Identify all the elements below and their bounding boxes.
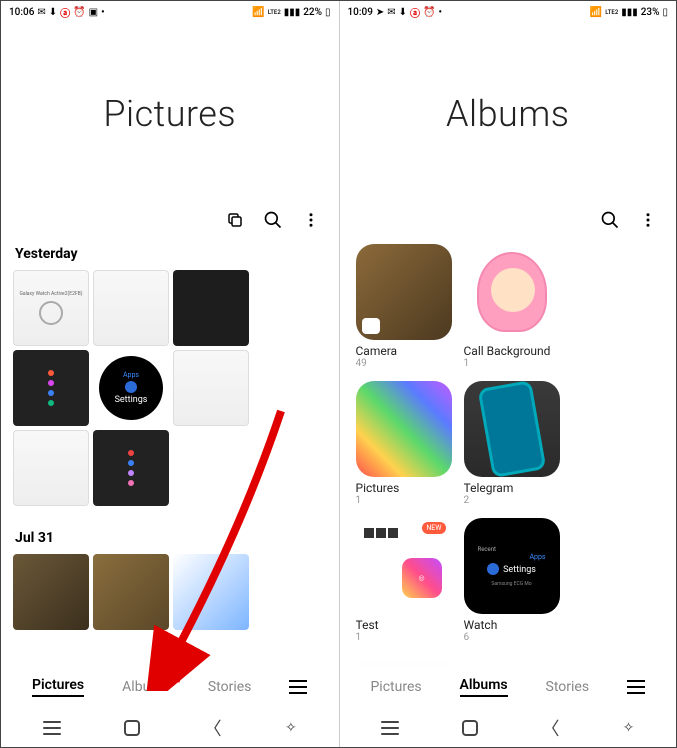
- dot-icon: •: [101, 7, 105, 18]
- albums-content: Camera 49 Call Background 1 Pictures 1 T…: [340, 240, 677, 667]
- thumbnail[interactable]: [93, 554, 169, 630]
- album-extra[interactable]: [356, 655, 452, 667]
- jul31-grid: [9, 554, 331, 630]
- download-icon: ⬇: [399, 7, 407, 18]
- pictures-content: Yesterday Galaxy Watch Active2(E2FB): [1, 240, 339, 667]
- status-bar: 10:09 ➤ ✉ ⬇ ⓐ ⏰ • 📶 LTE2 ▮▮▮ 23% ▯: [340, 1, 677, 24]
- tab-stories[interactable]: Stories: [546, 679, 590, 695]
- app-icon: ▣: [89, 7, 98, 18]
- menu-icon[interactable]: [627, 680, 645, 694]
- nav-accessibility[interactable]: ✧: [623, 720, 635, 736]
- toolbar: [340, 204, 677, 240]
- telegram-icon: ➤: [376, 7, 384, 18]
- download-icon: ⬇: [49, 7, 57, 18]
- nav-recent[interactable]: [43, 721, 61, 735]
- nav-accessibility[interactable]: ✧: [285, 720, 297, 736]
- alarm-icon: ⏰: [423, 7, 435, 18]
- new-badge: NEW: [422, 522, 445, 534]
- thumbnail[interactable]: [13, 554, 89, 630]
- signal-icon: ▮▮▮: [621, 7, 638, 18]
- header: Albums: [340, 24, 677, 204]
- status-left: 10:09 ➤ ✉ ⬇ ⓐ ⏰ •: [348, 5, 443, 20]
- thumbnail[interactable]: Apps Settings: [93, 350, 169, 426]
- battery-icon: ▯: [325, 7, 331, 18]
- screen-pictures: 10:06 ✉ ⬇ ⓐ ⏰ ▣ • 📶 LTE2 ▮▮▮ 22% ▯ Pictu…: [1, 1, 339, 747]
- battery-label: 23%: [641, 7, 660, 18]
- lte-label: LTE2: [605, 9, 618, 16]
- tab-albums[interactable]: Albums: [122, 679, 170, 695]
- status-time: 10:09: [348, 7, 373, 18]
- section-yesterday: Yesterday: [9, 240, 331, 270]
- select-icon[interactable]: [225, 210, 245, 230]
- tab-stories[interactable]: Stories: [208, 679, 252, 695]
- album-telegram[interactable]: Telegram 2: [464, 381, 560, 506]
- nav-back[interactable]: 〈: [204, 715, 222, 741]
- album-thumb: [356, 655, 452, 667]
- section-jul31: Jul 31: [9, 524, 331, 554]
- more-icon[interactable]: [638, 210, 658, 230]
- toolbar: [1, 204, 339, 240]
- navigation-bar: 〈 ✧: [1, 705, 339, 747]
- thumbnail[interactable]: [173, 554, 249, 630]
- header: Pictures: [1, 24, 339, 204]
- album-watch[interactable]: Recent Apps Settings Samsung ECG Mo Watc…: [464, 518, 560, 643]
- bottom-tabs: Pictures Albums Stories: [340, 667, 677, 705]
- thumbnail[interactable]: Galaxy Watch Active2(E2FB): [13, 270, 89, 346]
- menu-icon[interactable]: [289, 680, 307, 694]
- battery-icon: ▯: [662, 7, 668, 18]
- instagram-icon: ◎: [402, 558, 442, 598]
- status-bar: 10:06 ✉ ⬇ ⓐ ⏰ ▣ • 📶 LTE2 ▮▮▮ 22% ▯: [1, 1, 339, 24]
- album-thumb: [356, 381, 452, 477]
- screen-albums: 10:09 ➤ ✉ ⬇ ⓐ ⏰ • 📶 LTE2 ▮▮▮ 23% ▯ Album…: [339, 1, 677, 747]
- status-right: 📶 LTE2 ▮▮▮ 23% ▯: [590, 7, 668, 18]
- thumbnail[interactable]: [93, 270, 169, 346]
- messages-icon: ✉: [37, 7, 45, 18]
- search-icon[interactable]: [263, 210, 283, 230]
- airtel-icon: ⓐ: [60, 5, 70, 20]
- album-camera[interactable]: Camera 49: [356, 244, 452, 369]
- lte-label: LTE2: [268, 9, 281, 16]
- nav-back[interactable]: 〈: [541, 715, 559, 741]
- search-icon[interactable]: [600, 210, 620, 230]
- wifi-icon: 📶: [252, 7, 264, 18]
- album-thumb: Recent Apps Settings Samsung ECG Mo: [464, 518, 560, 614]
- album-call-background[interactable]: Call Background 1: [464, 244, 560, 369]
- status-left: 10:06 ✉ ⬇ ⓐ ⏰ ▣ •: [9, 5, 105, 20]
- tab-albums[interactable]: Albums: [460, 677, 508, 697]
- album-thumb: [464, 244, 560, 340]
- page-title: Albums: [446, 93, 570, 135]
- page-title: Pictures: [103, 93, 236, 135]
- bottom-tabs: Pictures Albums Stories: [1, 667, 339, 705]
- nav-home[interactable]: [124, 720, 140, 736]
- album-pictures[interactable]: Pictures 1: [356, 381, 452, 506]
- thumbnail[interactable]: [93, 430, 169, 506]
- thumbnail[interactable]: [13, 350, 89, 426]
- tab-pictures[interactable]: Pictures: [370, 679, 421, 695]
- thumbnail[interactable]: [173, 350, 249, 426]
- battery-label: 22%: [303, 7, 322, 18]
- dot-icon: •: [439, 7, 443, 18]
- album-thumb: [464, 381, 560, 477]
- signal-icon: ▮▮▮: [284, 7, 301, 18]
- nav-home[interactable]: [462, 720, 478, 736]
- nav-recent[interactable]: [381, 721, 399, 735]
- wifi-icon: 📶: [590, 7, 602, 18]
- album-thumb: [356, 244, 452, 340]
- status-right: 📶 LTE2 ▮▮▮ 22% ▯: [252, 7, 330, 18]
- album-test[interactable]: NEW ◎ Test 1: [356, 518, 452, 643]
- status-time: 10:06: [9, 7, 34, 18]
- navigation-bar: 〈 ✧: [340, 705, 677, 747]
- thumbnail[interactable]: [13, 430, 89, 506]
- album-thumb: NEW ◎: [356, 518, 452, 614]
- thumbnail[interactable]: [173, 270, 249, 346]
- messages-icon: ✉: [387, 7, 395, 18]
- album-grid: Camera 49 Call Background 1 Pictures 1 T…: [348, 240, 669, 667]
- tab-pictures[interactable]: Pictures: [32, 677, 84, 697]
- alarm-icon: ⏰: [73, 7, 85, 18]
- more-icon[interactable]: [301, 210, 321, 230]
- yesterday-grid: Galaxy Watch Active2(E2FB) Apps: [9, 270, 331, 506]
- airtel-icon: ⓐ: [410, 5, 420, 20]
